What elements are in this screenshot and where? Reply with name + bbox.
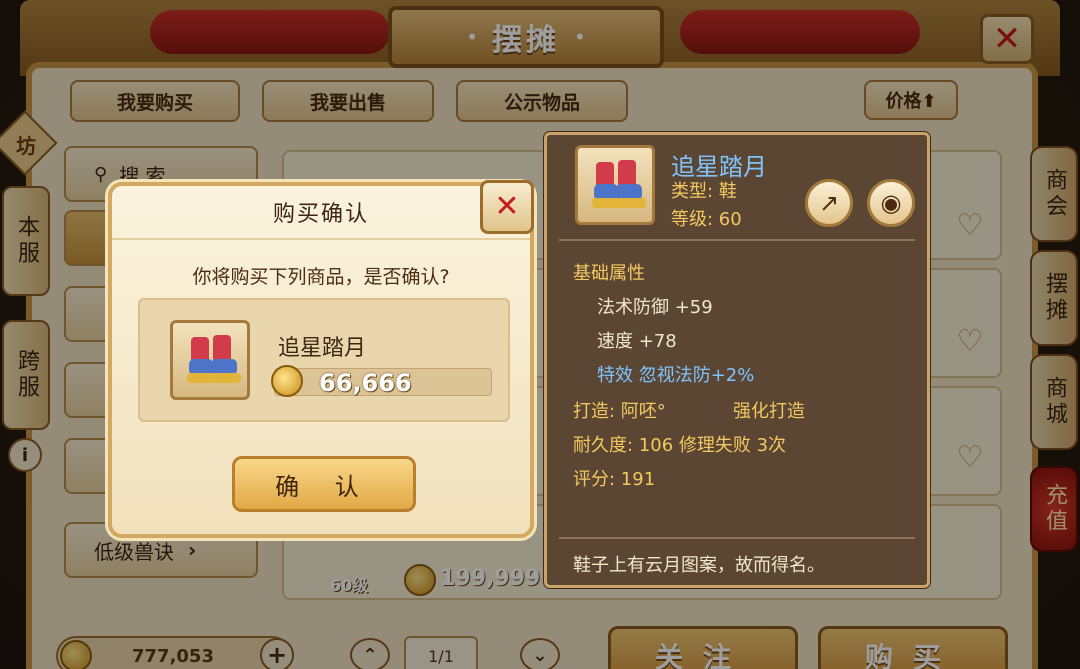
tooltip-durability: 耐久度: 106 修理失败 3次 [573, 435, 787, 456]
dialog-close-button[interactable]: ✕ [480, 180, 534, 234]
dialog-item-name: 追星踏月 [278, 336, 367, 361]
price-field: 66,666 [271, 365, 492, 397]
tooltip-attr-magic-def: 法术防御 +59 [597, 297, 713, 318]
tooltip-craft: 打造: 阿呸° [573, 401, 666, 422]
coin-icon [271, 365, 303, 397]
divider [559, 239, 915, 241]
tooltip-effect: 特效 忽视法防+2% [597, 365, 755, 386]
purchase-confirm-dialog: 购买确认 你将购买下列商品，是否确认? 追星踏月 66,666 确 认 [108, 182, 534, 538]
boots-icon [187, 335, 241, 383]
tooltip-enhanced-craft: 强化打造 [733, 401, 805, 422]
tooltip-score: 评分: 191 [573, 469, 656, 490]
tooltip-attr-speed: 速度 +78 [597, 331, 677, 352]
boots-icon [592, 160, 646, 208]
confirm-button[interactable]: 确 认 [232, 456, 416, 512]
item-tooltip: 追星踏月 类型: 鞋 等级: 60 ↗ ◉ 基础属性 法术防御 +59 速度 +… [544, 132, 930, 588]
tooltip-type: 类型: 鞋 [671, 181, 737, 202]
dialog-price: 66,666 [319, 369, 412, 397]
tooltip-section-title: 基础属性 [573, 263, 645, 284]
share-icon: ↗ [818, 189, 840, 217]
dialog-title: 购买确认 [272, 202, 369, 227]
divider [559, 537, 915, 539]
tooltip-level: 等级: 60 [671, 209, 742, 230]
eye-icon: ◉ [880, 189, 902, 217]
dialog-item-card: 追星踏月 66,666 [138, 298, 510, 422]
item-icon [575, 145, 655, 225]
dialog-header: 购买确认 [112, 186, 530, 240]
preview-button[interactable]: ◉ [867, 179, 915, 227]
tooltip-description: 鞋子上有云月图案，故而得名。 [573, 555, 825, 576]
dialog-question: 你将购买下列商品，是否确认? [192, 266, 450, 288]
share-button[interactable]: ↗ [805, 179, 853, 227]
item-icon [170, 320, 250, 400]
close-icon: ✕ [494, 189, 520, 224]
